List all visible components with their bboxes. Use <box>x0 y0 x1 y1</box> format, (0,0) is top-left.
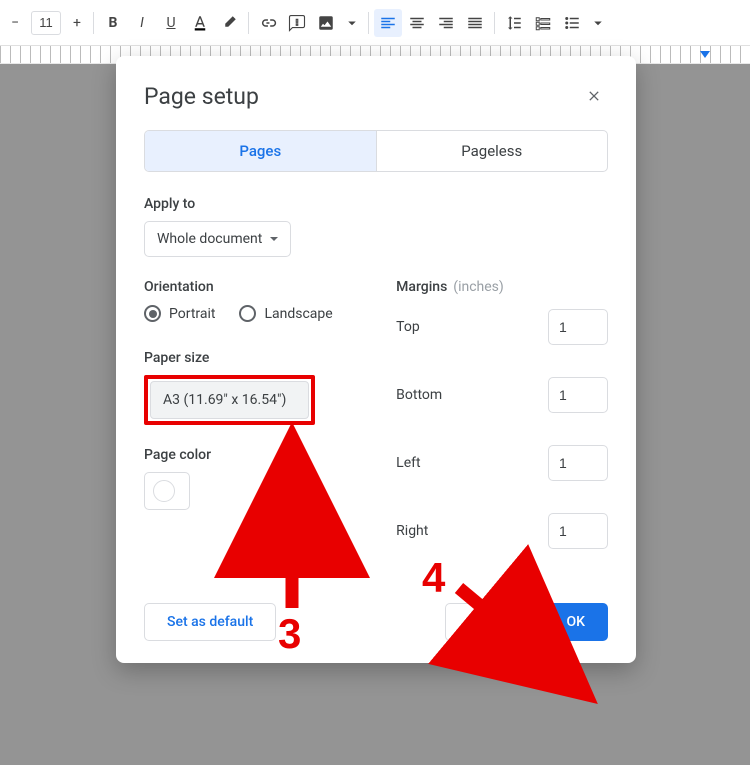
image-dropdown-icon[interactable] <box>341 9 363 37</box>
annotation-highlight-box: A3 (11.69" x 16.54") <box>144 375 315 425</box>
image-button[interactable] <box>312 9 340 37</box>
tab-pages[interactable]: Pages <box>145 131 377 171</box>
bold-button[interactable]: B <box>99 9 127 37</box>
align-justify-button[interactable] <box>461 9 489 37</box>
close-button[interactable] <box>580 82 608 110</box>
close-icon <box>586 88 602 104</box>
set-as-default-button[interactable]: Set as default <box>144 603 276 641</box>
page-color-dropdown[interactable] <box>144 472 190 510</box>
text-color-button[interactable] <box>186 9 214 37</box>
apply-to-label: Apply to <box>144 196 608 212</box>
link-button[interactable] <box>254 9 282 37</box>
margin-left-label: Left <box>396 455 420 471</box>
align-right-button[interactable] <box>432 9 460 37</box>
align-center-button[interactable] <box>403 9 431 37</box>
bulleted-list-button[interactable] <box>558 9 586 37</box>
line-spacing-button[interactable] <box>500 9 528 37</box>
dialog-title: Page setup <box>144 83 259 110</box>
ok-button[interactable]: OK <box>544 603 609 641</box>
margin-right-label: Right <box>396 523 428 539</box>
radio-landscape-label: Landscape <box>264 306 332 322</box>
highlight-button[interactable] <box>215 9 243 37</box>
page-setup-dialog: Page setup Pages Pageless Apply to Whole… <box>116 56 636 663</box>
font-increase-button[interactable]: + <box>66 9 88 37</box>
radio-icon <box>144 305 161 322</box>
apply-to-value: Whole document <box>157 231 262 247</box>
margins-unit: (inches) <box>453 279 504 295</box>
margin-right-input[interactable] <box>548 513 608 549</box>
tab-pageless[interactable]: Pageless <box>377 131 608 171</box>
paper-size-value: A3 (11.69" x 16.54") <box>163 392 286 408</box>
margin-bottom-label: Bottom <box>396 387 442 403</box>
italic-button[interactable]: I <box>128 9 156 37</box>
margin-left-input[interactable] <box>548 445 608 481</box>
font-size-box <box>31 11 61 35</box>
margin-bottom-input[interactable] <box>548 377 608 413</box>
comment-button[interactable] <box>283 9 311 37</box>
toolbar-separator <box>248 12 249 34</box>
apply-to-dropdown[interactable]: Whole document <box>144 221 291 257</box>
margin-top-label: Top <box>396 319 420 335</box>
ruler-tab-marker[interactable] <box>700 51 710 58</box>
radio-landscape[interactable]: Landscape <box>239 305 332 322</box>
color-swatch-icon <box>153 480 175 502</box>
cancel-button[interactable]: Cancel <box>445 603 534 641</box>
paper-size-label: Paper size <box>144 350 378 366</box>
orientation-label: Orientation <box>144 279 378 295</box>
radio-portrait[interactable]: Portrait <box>144 305 215 322</box>
radio-icon <box>239 305 256 322</box>
toolbar-separator <box>494 12 495 34</box>
toolbar-separator <box>368 12 369 34</box>
chevron-down-icon <box>270 237 278 241</box>
list-dropdown-icon[interactable] <box>587 9 609 37</box>
paper-size-dropdown[interactable]: A3 (11.69" x 16.54") <box>150 381 309 419</box>
radio-portrait-label: Portrait <box>169 306 215 322</box>
tab-row: Pages Pageless <box>144 130 608 172</box>
align-left-button[interactable] <box>374 9 402 37</box>
page-color-label: Page color <box>144 447 378 463</box>
margins-label: Margins <box>396 279 447 295</box>
font-decrease-button[interactable]: − <box>4 9 26 37</box>
margin-top-input[interactable] <box>548 309 608 345</box>
toolbar-separator <box>93 12 94 34</box>
checklist-button[interactable] <box>529 9 557 37</box>
font-size-input[interactable] <box>32 15 60 30</box>
toolbar: − + B I U <box>0 0 750 46</box>
underline-button[interactable]: U <box>157 9 185 37</box>
